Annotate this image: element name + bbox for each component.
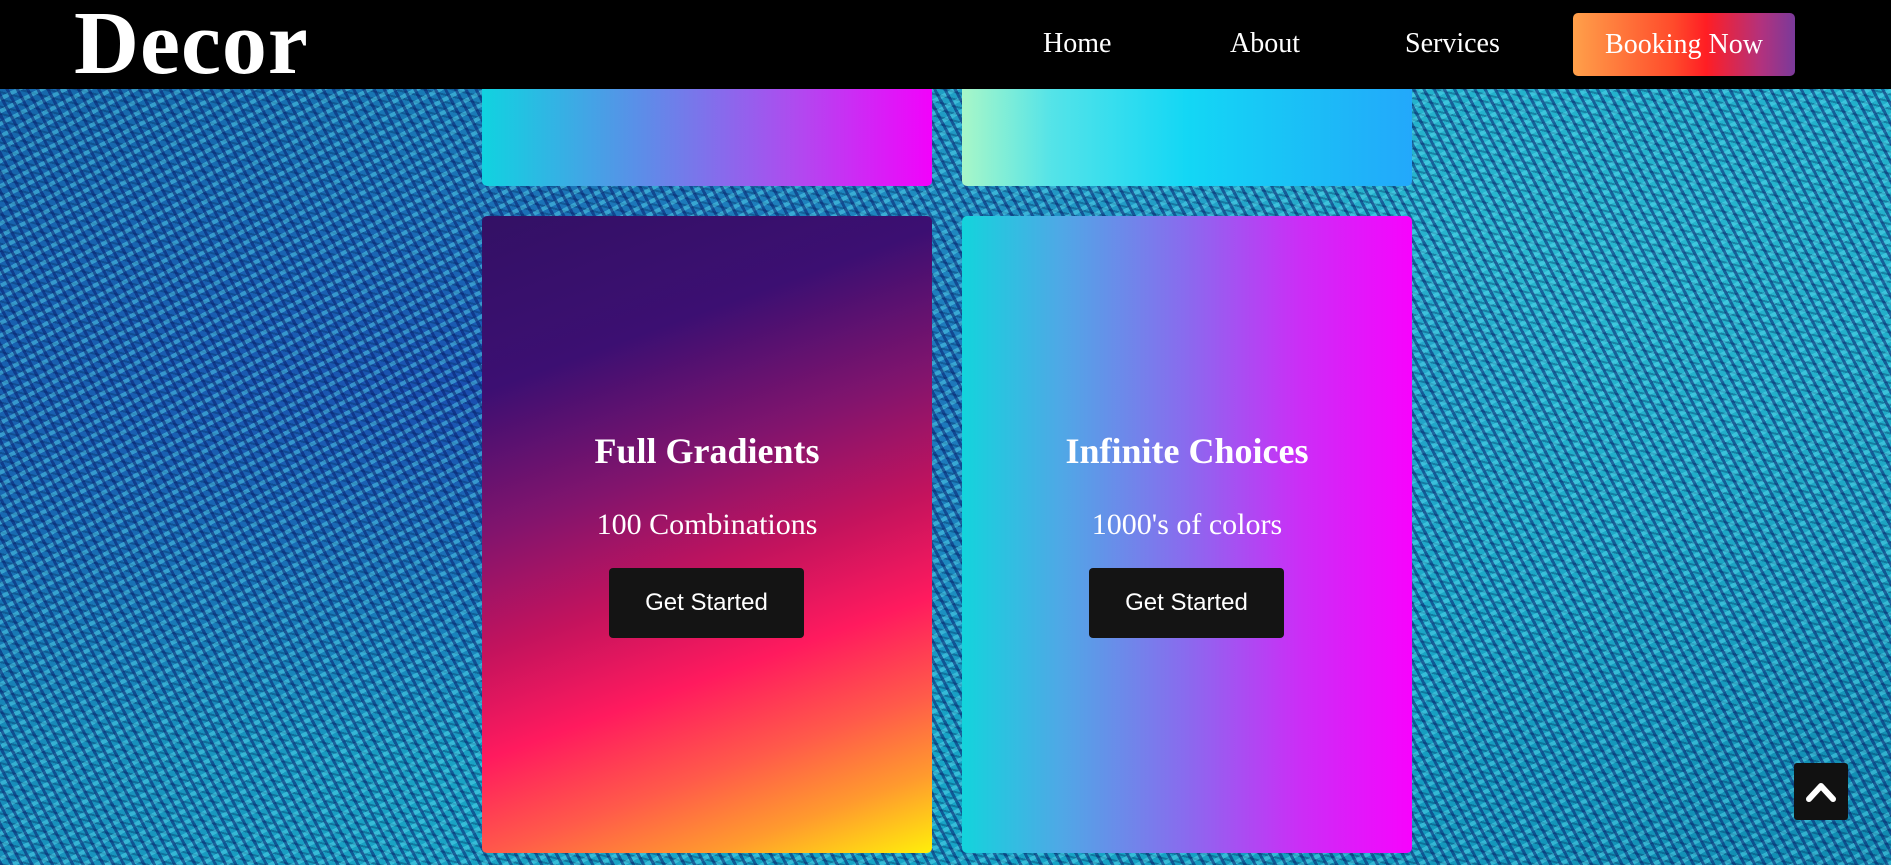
top-navbar: Decor Home About Services Booking Now [0,0,1891,92]
card-title: Infinite Choices [1065,431,1309,471]
card-title: Full Gradients [594,431,820,471]
card-subtitle: 100 Combinations [596,508,818,541]
nav-about-link[interactable]: About [1230,27,1300,61]
back-to-top-button[interactable] [1794,763,1848,820]
site-logo[interactable]: Decor [74,0,309,92]
nav-home-link[interactable]: Home [1043,27,1111,61]
card-subtitle: 1000's of colors [1091,508,1283,541]
chevron-up-icon [1806,783,1836,802]
get-started-button[interactable]: Get Started [609,568,804,638]
full-gradients-card: Full Gradients 100 Combinations Get Star… [482,216,932,853]
get-started-button[interactable]: Get Started [1089,568,1284,638]
nav-services-link[interactable]: Services [1405,27,1500,61]
booking-now-button[interactable]: Booking Now [1573,13,1795,76]
infinite-choices-card: Infinite Choices 1000's of colors Get St… [962,216,1412,853]
